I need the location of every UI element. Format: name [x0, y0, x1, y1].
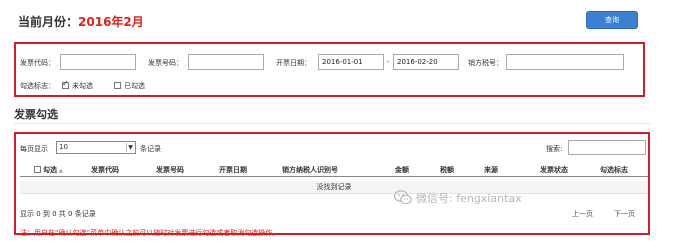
column-header-check[interactable]: 勾选 ▲ [43, 165, 63, 175]
table-header: 勾选 ▲ 发票代码 发票号码 开票日期 销方纳税人识别号 金额 税额 来源 发票状… [20, 163, 648, 177]
search-input[interactable] [568, 140, 646, 155]
next-page-button[interactable]: 下一页 [614, 209, 635, 219]
page-size-suffix: 条记录 [140, 145, 161, 153]
column-header-invoice-number[interactable]: 发票号码 [156, 165, 184, 175]
usage-note: 注：用户在“确认勾选”菜单中确认之前可以随时对发票进行勾选或者取消勾选操作。 [20, 229, 280, 237]
column-header-issue-date[interactable]: 开票日期 [219, 165, 247, 175]
column-header-invoice-code[interactable]: 发票代码 [91, 165, 119, 175]
section-divider [14, 123, 650, 124]
invoice-number-label: 发票号码： [148, 59, 183, 67]
section-title: 发票勾选 [14, 108, 58, 121]
column-header-tax[interactable]: 税额 [440, 165, 454, 175]
column-header-invoice-status[interactable]: 发票状态 [540, 165, 568, 175]
prev-page-button[interactable]: 上一页 [572, 209, 593, 219]
current-month-value: 2016年2月 [78, 15, 144, 29]
table-info: 显示 0 到 0 共 0 条记录 [20, 210, 96, 218]
invoice-code-label: 发票代码： [20, 59, 55, 67]
invoice-number-input[interactable] [188, 54, 264, 70]
empty-table-row: 没找到记录 [20, 181, 648, 194]
unchecked-option-checkbox[interactable] [62, 79, 69, 89]
column-header-amount[interactable]: 金额 [395, 165, 409, 175]
filter-panel: 发票代码： 发票号码： 开票日期： 2016-01-01 - 2016-02-2… [14, 42, 645, 97]
search-label: 搜索: [546, 145, 563, 153]
issue-date-label: 开票日期： [276, 59, 311, 67]
wechat-logo-icon [394, 190, 412, 205]
column-header-source[interactable]: 来源 [484, 165, 498, 175]
invoice-code-input[interactable] [60, 54, 136, 70]
sort-asc-icon: ▲ [59, 168, 63, 174]
query-button[interactable]: 查询 [586, 11, 638, 29]
date-separator: - [387, 58, 390, 66]
result-panel: 每页显示 10 ▼ 条记录 搜索: 勾选 ▲ 发票代码 发票号码 开票日期 销方纳… [14, 132, 650, 237]
date-to-input[interactable]: 2016-02-20 [393, 54, 459, 70]
seller-tax-input[interactable] [506, 54, 624, 70]
column-header-seller-tax-id[interactable]: 销方纳税人识别号 [282, 165, 338, 175]
checked-option-label: 已勾选 [124, 82, 145, 90]
month-label: 当前月份： [18, 15, 79, 29]
column-header-check-flag[interactable]: 勾选标志 [600, 165, 628, 175]
watermark-text: 微信号: fengxiantax [416, 192, 522, 205]
page-size-value: 10 [59, 143, 68, 151]
date-from-input[interactable]: 2016-01-01 [318, 54, 384, 70]
chevron-down-icon: ▼ [126, 143, 134, 152]
page-title: 当前月份：2016年2月 [18, 13, 144, 30]
check-flag-label: 勾选标志： [20, 82, 55, 90]
page-size-prefix: 每页显示 [20, 145, 48, 153]
page-size-select[interactable]: 10 ▼ [56, 141, 136, 154]
seller-tax-label: 销方税号： [468, 59, 503, 67]
unchecked-option-label: 未勾选 [72, 82, 93, 90]
checked-option-checkbox[interactable] [114, 82, 121, 89]
select-all-checkbox[interactable] [34, 166, 41, 173]
